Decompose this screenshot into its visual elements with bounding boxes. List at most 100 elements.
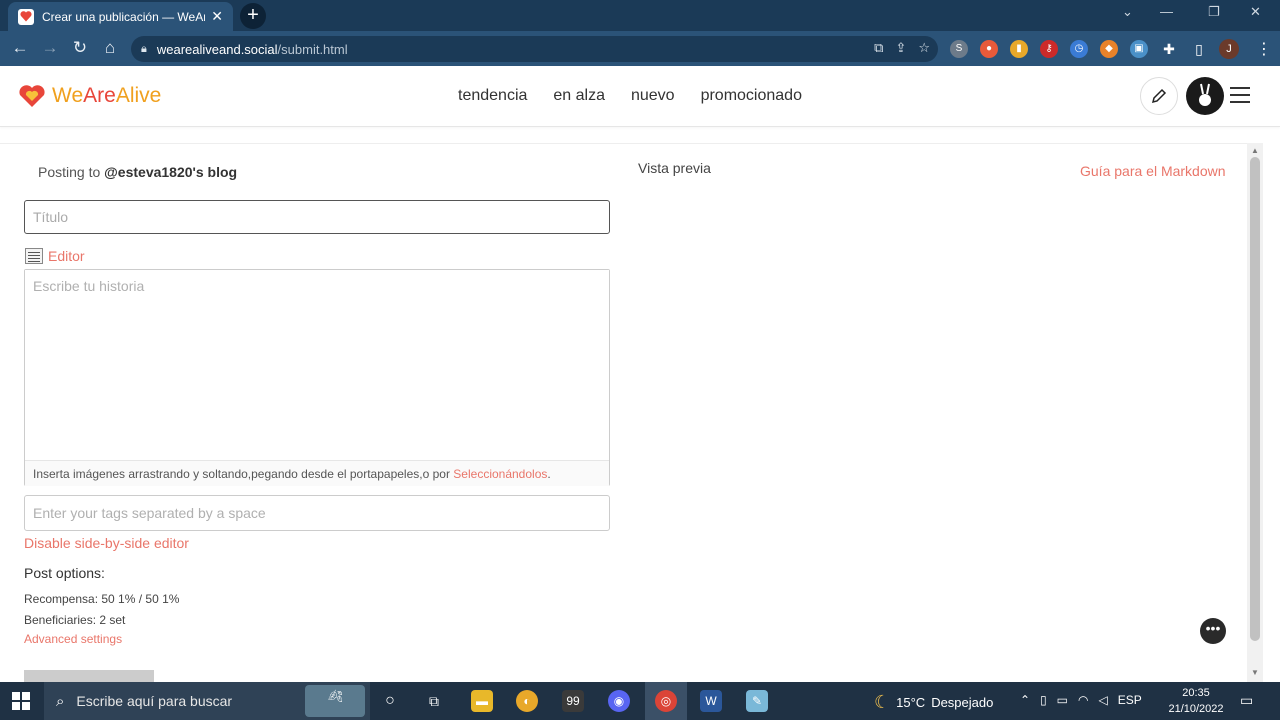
browser-toolbar: ← → ↻ ⌂ 🔒︎ wearealiveand.social/submit.h…: [0, 31, 1280, 66]
user-avatar[interactable]: [1186, 77, 1224, 115]
device-icon[interactable]: ▯: [1040, 693, 1047, 707]
notepad-icon[interactable]: ✎: [746, 690, 768, 712]
pencil-icon: [1151, 88, 1167, 104]
brave-browser-icon[interactable]: ◐: [516, 690, 538, 712]
posting-to: Posting to @esteva1820's blog: [38, 164, 237, 180]
task-view-icon[interactable]: ⧉: [423, 690, 445, 712]
lock-icon: 🔒︎: [141, 42, 147, 55]
scroll-up-icon[interactable]: ▲: [1251, 146, 1259, 155]
nav-nuevo[interactable]: nuevo: [631, 87, 675, 105]
extension-key-icon[interactable]: ▮: [1010, 40, 1028, 58]
windows-start-icon[interactable]: [12, 692, 30, 710]
nav-promocionado[interactable]: promocionado: [701, 87, 802, 105]
url-host: wearealiveand.social: [156, 41, 278, 57]
word-icon[interactable]: W: [700, 690, 722, 712]
site-logo[interactable]: WeAreAlive: [18, 84, 161, 108]
logo-are: Are: [83, 84, 116, 107]
chevron-up-icon[interactable]: ⌃: [1020, 693, 1030, 707]
notes-app-icon[interactable]: 99: [562, 690, 584, 712]
search-highlight-autumn-icon[interactable]: 🍂︎: [305, 685, 365, 717]
main-nav: tendencia en alza nuevo promocionado: [458, 87, 802, 105]
nav-en-alza[interactable]: en alza: [553, 87, 605, 105]
battery-icon[interactable]: ▭: [1057, 693, 1068, 707]
bookmark-star-icon[interactable]: ☆: [918, 40, 930, 56]
weather-widget[interactable]: ☾ 15°C Despejado: [874, 692, 993, 713]
heart-logo-icon: [19, 85, 45, 107]
page-scrollbar[interactable]: ▲ ▼: [1247, 143, 1263, 682]
reload-icon[interactable]: ↻: [68, 37, 92, 61]
posting-prefix: Posting to: [38, 164, 101, 180]
language-indicator[interactable]: ESP: [1118, 693, 1142, 707]
scroll-down-icon[interactable]: ▼: [1251, 668, 1259, 677]
weather-desc: Despejado: [931, 695, 994, 710]
side-panel-icon[interactable]: ▯: [1190, 40, 1208, 58]
story-editor: Inserta imágenes arrastrando y soltando,…: [24, 269, 610, 486]
compose-pencil-button[interactable]: [1140, 77, 1178, 115]
logo-we: We: [52, 84, 84, 107]
submit-page: Posting to @esteva1820's blog Editor Ins…: [0, 143, 1247, 683]
editor-icon: [25, 248, 43, 264]
upload-hint: Inserta imágenes arrastrando y soltando,…: [25, 460, 609, 486]
weather-temp: 15°C: [896, 695, 926, 710]
beneficiaries-setting: Beneficiaries: 2 set: [24, 613, 126, 627]
cortana-circle-icon[interactable]: ○: [379, 690, 401, 712]
discord-icon[interactable]: ◉: [608, 690, 630, 712]
translate-icon[interactable]: ⧉: [874, 40, 883, 56]
clock[interactable]: 20:35 21/10/2022: [1168, 685, 1224, 717]
editor-label: Editor: [48, 248, 85, 264]
rabbit-avatar-icon: [1199, 83, 1211, 106]
tags-input[interactable]: [24, 495, 610, 531]
extension-keychain-icon[interactable]: ⚷: [1040, 40, 1058, 58]
volume-icon[interactable]: ◁: [1099, 693, 1108, 707]
tab-close-icon[interactable]: ✕: [211, 8, 223, 25]
chat-bubble-button[interactable]: •••: [1200, 618, 1226, 644]
extension-red-icon[interactable]: ●: [980, 40, 998, 58]
posting-account: @esteva1820's blog: [104, 164, 238, 180]
forward-arrow-icon[interactable]: →: [38, 37, 62, 61]
menu-dots-icon[interactable]: ⋮: [1256, 39, 1272, 59]
file-explorer-icon[interactable]: ▬: [471, 690, 493, 712]
extensions-puzzle-icon[interactable]: ✚: [1160, 40, 1178, 58]
search-icon: ⌕: [56, 692, 65, 710]
extension-s-icon[interactable]: S: [950, 40, 968, 58]
url-path: /submit.html: [277, 41, 348, 57]
preview-label: Vista previa: [638, 160, 711, 176]
extension-clock-icon[interactable]: ◷: [1070, 40, 1088, 58]
scrollbar-thumb[interactable]: [1250, 157, 1260, 641]
home-icon[interactable]: ⌂: [98, 37, 122, 61]
new-tab-button[interactable]: +: [240, 3, 266, 29]
tab-title: Crear una publicación — WeAreA: [42, 9, 206, 24]
clock-date: 21/10/2022: [1168, 703, 1224, 715]
browser-tab-bar: Crear una publicación — WeAreA ✕ + ⌄ — ❐…: [0, 0, 1280, 31]
minimize-icon[interactable]: —: [1160, 4, 1173, 19]
restore-icon[interactable]: ❐: [1208, 4, 1220, 20]
chevron-down-icon[interactable]: ⌄: [1122, 4, 1133, 20]
moon-icon: ☾: [874, 692, 891, 712]
advanced-settings-link[interactable]: Advanced settings: [24, 632, 122, 646]
reward-setting: Recompensa: 50 1% / 50 1%: [24, 592, 180, 606]
wifi-icon[interactable]: ◠: [1078, 693, 1088, 707]
upload-hint-text: Inserta imágenes arrastrando y soltando,…: [33, 467, 450, 481]
metamask-fox-icon[interactable]: ◆: [1100, 40, 1118, 58]
browser-tab[interactable]: Crear una publicación — WeAreA ✕: [8, 2, 233, 31]
editor-toggle[interactable]: Editor: [25, 248, 85, 264]
windows-taskbar: ⌕ Escribe aquí para buscar 🍂︎ ○ ⧉ ▬ ◐ 99…: [0, 682, 1280, 720]
markdown-guide-link[interactable]: Guía para el Markdown: [1080, 163, 1226, 179]
back-arrow-icon[interactable]: ←: [8, 37, 32, 61]
title-input[interactable]: [24, 200, 610, 234]
site-favicon-icon: [18, 8, 34, 25]
extension-screen-icon[interactable]: ▣: [1130, 40, 1148, 58]
chrome-icon[interactable]: ◎: [655, 690, 677, 712]
notifications-icon[interactable]: ▭: [1240, 692, 1253, 709]
share-icon[interactable]: ⇪: [895, 40, 906, 56]
nav-tendencia[interactable]: tendencia: [458, 87, 527, 105]
profile-avatar[interactable]: J: [1219, 39, 1239, 59]
address-bar[interactable]: 🔒︎ wearealiveand.social/submit.html ⧉ ⇪ …: [131, 36, 938, 62]
window-close-icon[interactable]: ✕: [1250, 4, 1261, 20]
system-tray: ⌃ ▯ ▭ ◠ ◁ ESP: [1020, 693, 1142, 707]
select-images-link[interactable]: Seleccionándolos: [453, 467, 547, 481]
disable-side-by-side-link[interactable]: Disable side-by-side editor: [24, 535, 189, 551]
story-textarea[interactable]: [25, 270, 609, 458]
hamburger-menu-icon[interactable]: [1230, 87, 1250, 103]
clock-time: 20:35: [1182, 687, 1210, 699]
